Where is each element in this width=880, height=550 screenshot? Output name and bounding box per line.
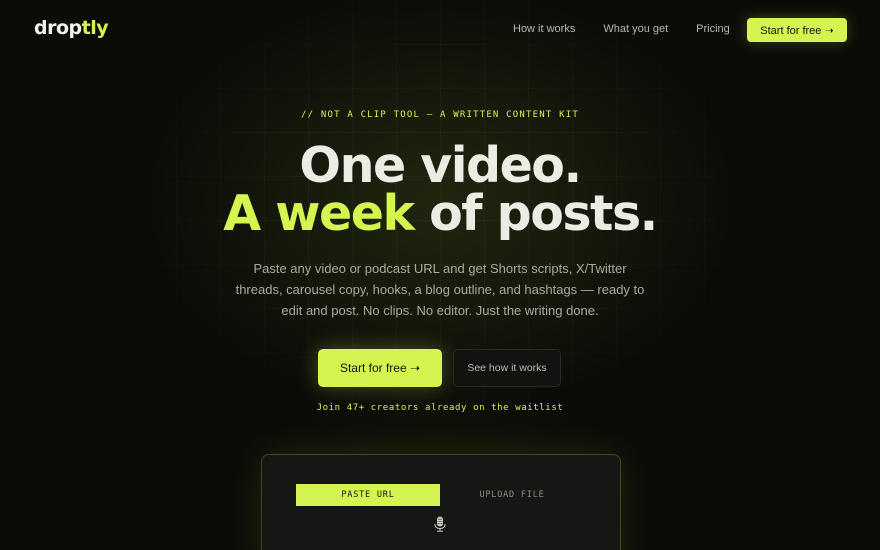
start-free-button[interactable]: Start for free ➝: [318, 349, 442, 387]
tab-upload-file[interactable]: UPLOAD FILE: [440, 484, 584, 506]
hero-subtitle: Paste any video or podcast URL and get S…: [235, 261, 645, 318]
see-how-it-works-button[interactable]: See how it works: [453, 349, 561, 387]
logo-accent: tly: [81, 17, 109, 39]
waitlist-note: Join 47+ creators already on the waitlis…: [316, 403, 564, 413]
headline-accent: A week: [223, 185, 415, 242]
logo-main: drop: [34, 17, 82, 39]
hero-eyebrow: // NOT A CLIP TOOL — A WRITTEN CONTENT K…: [301, 110, 579, 120]
headline-line-1: One video.: [299, 137, 582, 194]
input-tabs: PASTE URL UPLOAD FILE: [296, 484, 584, 506]
headline-rest: of posts.: [413, 185, 658, 242]
nav-link-what-you-get[interactable]: What you get: [603, 23, 668, 35]
tab-paste-url[interactable]: PASTE URL: [296, 484, 440, 506]
headline-line-2: A week of posts.: [0, 189, 880, 238]
logo[interactable]: droptly: [34, 17, 109, 39]
hero-headline: One video. A week of posts.: [0, 137, 880, 238]
top-nav: droptly How it works What you get Pricin…: [0, 0, 880, 60]
nav-links: How it works What you get Pricing: [513, 23, 730, 35]
microphone-icon: [434, 516, 446, 532]
hero-cta-row: Start for free ➝ See how it works: [318, 349, 561, 387]
nav-start-free-button[interactable]: Start for free ➝: [747, 18, 847, 42]
nav-link-how-it-works[interactable]: How it works: [513, 23, 575, 35]
input-card: PASTE URL UPLOAD FILE: [261, 454, 621, 550]
nav-link-pricing[interactable]: Pricing: [696, 23, 730, 35]
